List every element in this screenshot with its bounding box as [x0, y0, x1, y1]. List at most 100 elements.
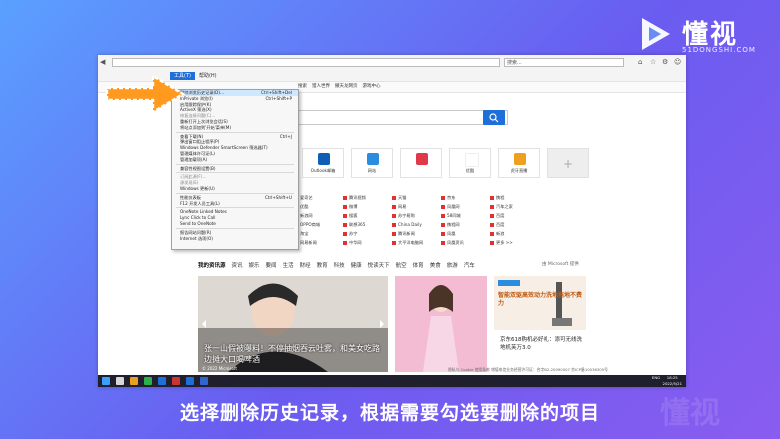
news-category-tab[interactable]: 财经 [300, 261, 311, 269]
edge-icon[interactable] [186, 377, 194, 385]
news-category-tab[interactable]: 航空 [396, 261, 407, 269]
site-link[interactable]: 天猫 [392, 194, 440, 201]
fav-link[interactable]: 游戏中心 [363, 82, 381, 92]
site-link[interactable]: 凤凰资讯 [441, 239, 489, 246]
site-link[interactable]: 苏宁 [343, 230, 391, 237]
news-category-tab[interactable]: 资讯 [232, 261, 243, 269]
site-link[interactable]: 微博 [343, 203, 391, 210]
news-category-tab[interactable]: 要闻 [266, 261, 277, 269]
site-link[interactable]: 携程网 [441, 221, 489, 228]
news-category-nav: 我的资讯源 资讯 娱乐 要闻 生活 财经 教育 科技 健康 悦读天下 航空 体育 美食 旅游 汽车 [198, 261, 481, 269]
news-category-tab[interactable]: 悦读天下 [368, 261, 390, 269]
search-taskbar-icon[interactable] [116, 377, 124, 385]
news-card-second[interactable] [395, 276, 487, 372]
quick-tile[interactable]: 优酷 [449, 148, 491, 178]
menu-item[interactable]: Internet 选项(O) [172, 236, 298, 242]
news-category-tab[interactable]: 旅游 [447, 261, 458, 269]
tile-icon [416, 153, 428, 165]
ad-caption-card[interactable]: 京东618购机必好礼：添可无线洗地机芙万3.0 [494, 330, 586, 372]
ad-card[interactable]: 智能双驱高效动力洗地拖地不费力 [494, 276, 586, 330]
copyright: © 2022 Microsoft [202, 366, 237, 371]
site-link[interactable]: 百度 [490, 221, 538, 228]
fav-link[interactable]: 猎人世界 [312, 82, 330, 92]
quick-tile[interactable]: 网站 [351, 148, 393, 178]
menu-item[interactable]: Send to OneNote [172, 221, 298, 227]
back-icon[interactable]: ◀ [100, 58, 105, 67]
menu-item[interactable]: 将站点添加到'开始'菜单(M) [172, 125, 298, 131]
news-category-tab[interactable]: 生活 [283, 261, 294, 269]
site-link[interactable]: 京东 [441, 194, 489, 201]
site-link[interactable]: 淘宝 [294, 230, 342, 237]
site-link[interactable]: 腾讯新闻 [392, 230, 440, 237]
site-link[interactable]: 中华网 [343, 239, 391, 246]
site-link[interactable]: OPPO商城 [294, 221, 342, 228]
site-link[interactable]: 爱奇艺 [294, 194, 342, 201]
news-category-tab[interactable]: 我的资讯源 [198, 261, 226, 269]
system-tray[interactable]: ENG 18:25 2022/5/21 [652, 375, 682, 387]
smiley-icon[interactable]: ☺ [674, 58, 681, 67]
site-link[interactable]: 优酷 [294, 203, 342, 210]
menu-item-label: 弹出窗口阻止程序(P) [180, 139, 220, 145]
quick-tile[interactable]: Outlook邮箱 [302, 148, 344, 178]
quick-tile[interactable] [400, 148, 442, 178]
site-link[interactable]: 汽车之家 [490, 203, 538, 210]
news-category-tab[interactable]: 体育 [413, 261, 424, 269]
address-bar[interactable] [112, 58, 500, 67]
app-icon[interactable] [172, 377, 180, 385]
quick-tile[interactable]: 虎牙直播 [498, 148, 540, 178]
site-link[interactable]: 联想365 [343, 221, 391, 228]
news-category-tab[interactable]: 健康 [351, 261, 362, 269]
menu-help[interactable]: 帮助(H) [195, 72, 221, 80]
tile-label: Outlook邮箱 [310, 168, 336, 173]
site-link[interactable]: 腾讯视频 [343, 194, 391, 201]
site-link[interactable]: 凤凰网 [441, 203, 489, 210]
news-headline[interactable]: 张一山假被曝料！不停抽烟吞云吐雾，和美女吃路边摊大口喝啤酒 [204, 343, 384, 365]
fav-link[interactable]: 撤天龙网页 [335, 82, 358, 92]
site-link[interactable]: China Daily [392, 221, 440, 228]
bing-search-input[interactable] [298, 110, 508, 125]
search-icon [489, 113, 499, 123]
menu-item-label: 管理加载项(A) [180, 156, 208, 162]
site-link[interactable]: 凤凰 [441, 230, 489, 237]
menu-item-label: Internet 选项(O) [180, 235, 213, 241]
tray-time: 18:25 [666, 375, 678, 380]
windows-start-icon[interactable] [102, 377, 110, 385]
ie-icon[interactable] [158, 377, 166, 385]
news-category-tab[interactable]: 美食 [430, 261, 441, 269]
search-button[interactable] [483, 110, 505, 125]
menu-item[interactable]: 兼容性视图设置(B) [172, 166, 298, 172]
site-link[interactable]: 新浪网 [294, 212, 342, 219]
site-link[interactable]: 搜狐 [343, 212, 391, 219]
fav-link[interactable]: 搜索 [298, 82, 307, 92]
tile-icon [318, 153, 330, 165]
tray-lang[interactable]: ENG [652, 375, 660, 380]
news-category-tab[interactable]: 汽车 [464, 261, 475, 269]
gear-icon[interactable]: ⚙ [662, 58, 668, 67]
home-icon[interactable]: ⌂ [638, 58, 642, 67]
site-link[interactable]: 网易 [392, 203, 440, 210]
news-card-main[interactable]: 张一山假被曝料！不停抽烟吞云吐雾，和美女吃路边摊大口喝啤酒 © 2022 Mic… [198, 276, 388, 372]
search-box[interactable]: 搜索... [504, 58, 624, 67]
news-category-tab[interactable]: 科技 [334, 261, 345, 269]
ad-caption[interactable]: 京东618购机必好礼：添可无线洗地机芙万3.0 [500, 336, 582, 352]
site-link[interactable]: 更多 >> [490, 239, 538, 246]
word-icon[interactable] [200, 377, 208, 385]
site-link[interactable]: 58同城 [441, 212, 489, 219]
tile-label: 优酷 [465, 168, 475, 173]
news-category-tab[interactable]: 娱乐 [249, 261, 260, 269]
menu-item[interactable]: Windows 更新(U) [172, 186, 298, 192]
site-link[interactable]: 新浪 [490, 230, 538, 237]
menu-item-label: 删除浏览历史记录(D)... [180, 90, 224, 95]
news-category-tab[interactable]: 教育 [317, 261, 328, 269]
menu-item[interactable]: 管理加载项(A) [172, 157, 298, 163]
menu-item[interactable]: F12 开发人员工具(L) [172, 201, 298, 207]
site-link[interactable]: 携程 [490, 194, 538, 201]
quick-tile[interactable]: + [547, 148, 589, 178]
site-link[interactable]: 大平洋电脑网 [392, 239, 440, 246]
favorites-star-icon[interactable]: ☆ [650, 58, 656, 67]
explorer-icon[interactable] [130, 377, 138, 385]
site-link[interactable]: 百度 [490, 212, 538, 219]
chrome-icon[interactable] [144, 377, 152, 385]
site-link[interactable]: 苏宁易购 [392, 212, 440, 219]
site-link[interactable]: 网易新闻 [294, 239, 342, 246]
